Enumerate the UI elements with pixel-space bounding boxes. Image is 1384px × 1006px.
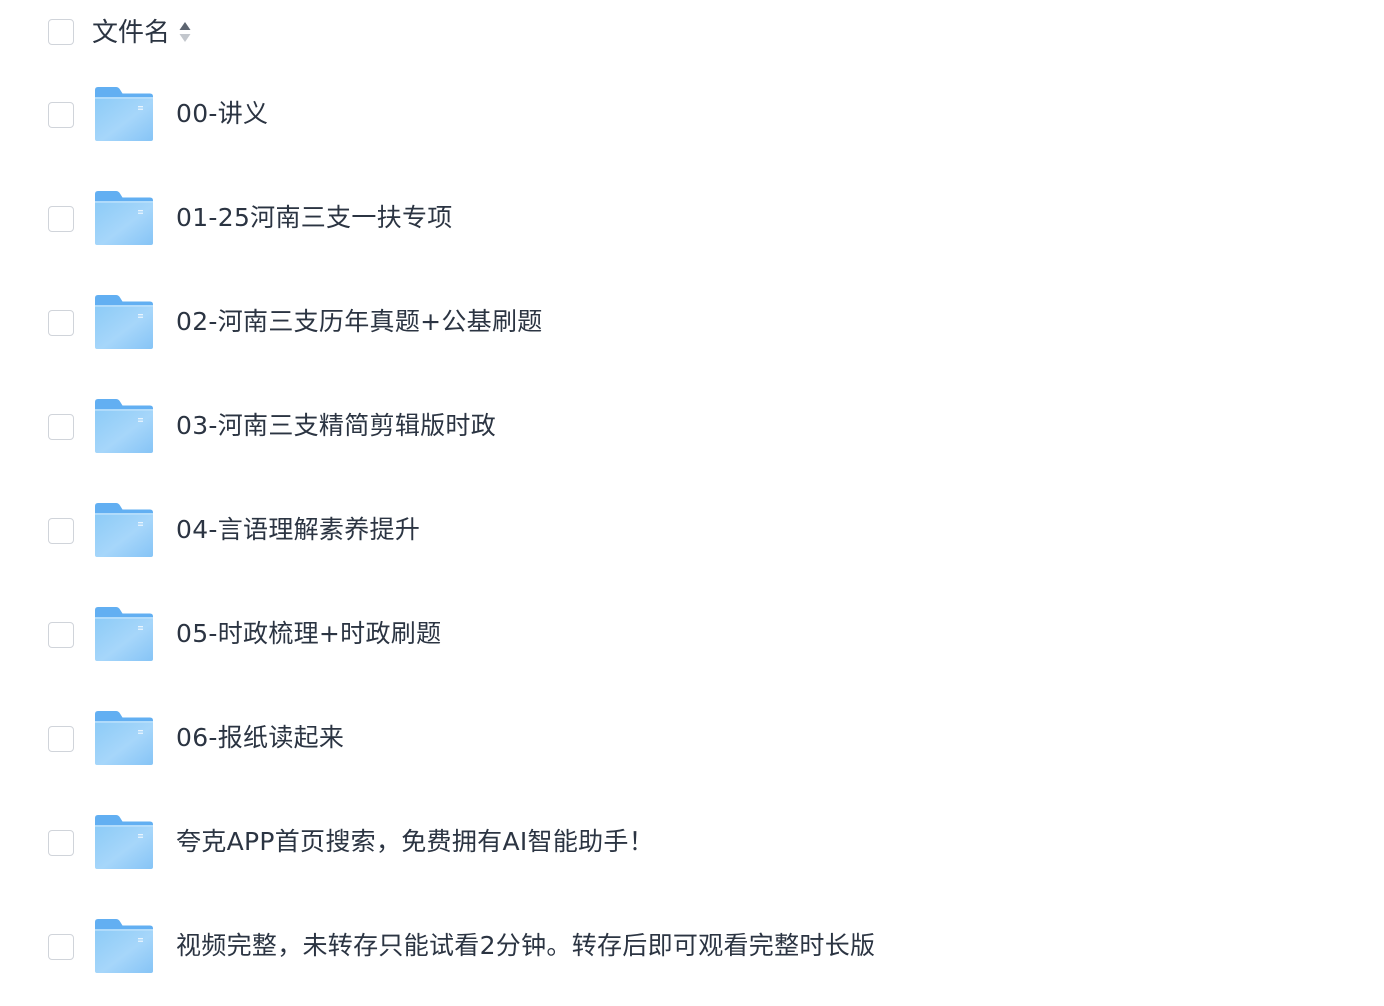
column-header-filename[interactable]: 文件名 — [92, 14, 170, 52]
file-row[interactable]: 01-25河南三支一扶专项 — [0, 166, 1384, 270]
file-row-checkbox[interactable] — [48, 102, 74, 128]
file-row-checkbox[interactable] — [48, 830, 74, 856]
file-row[interactable]: 04-言语理解素养提升 — [0, 478, 1384, 582]
file-row-checkbox[interactable] — [48, 622, 74, 648]
folder-icon — [95, 191, 153, 245]
folder-icon — [95, 711, 153, 765]
file-row[interactable]: 06-报纸读起来 — [0, 686, 1384, 790]
file-row[interactable]: 视频完整，未转存只能试看2分钟。转存后即可观看完整时长版 — [0, 894, 1384, 998]
file-row-checkbox[interactable] — [48, 414, 74, 440]
file-row-checkbox[interactable] — [48, 726, 74, 752]
file-row[interactable]: 05-时政梳理+时政刷题 — [0, 582, 1384, 686]
file-name: 05-时政梳理+时政刷题 — [176, 619, 442, 648]
file-row-checkbox[interactable] — [48, 518, 74, 544]
file-name: 00-讲义 — [176, 99, 269, 128]
file-row-checkbox[interactable] — [48, 310, 74, 336]
file-row[interactable]: 02-河南三支历年真题+公基刷题 — [0, 270, 1384, 374]
file-row[interactable]: 03-河南三支精简剪辑版时政 — [0, 374, 1384, 478]
file-name: 夸克APP首页搜索，免费拥有AI智能助手！ — [176, 827, 655, 856]
file-row[interactable]: 夸克APP首页搜索，免费拥有AI智能助手！ — [0, 790, 1384, 894]
file-row-checkbox[interactable] — [48, 934, 74, 960]
file-name: 03-河南三支精简剪辑版时政 — [176, 411, 497, 440]
file-row[interactable]: 00-讲义 — [0, 62, 1384, 166]
file-name: 视频完整，未转存只能试看2分钟。转存后即可观看完整时长版 — [176, 931, 876, 960]
folder-icon — [95, 503, 153, 557]
folder-icon — [95, 399, 153, 453]
file-name: 02-河南三支历年真题+公基刷题 — [176, 307, 543, 336]
file-list-header: 文件名 — [0, 0, 1384, 66]
file-row-checkbox[interactable] — [48, 206, 74, 232]
file-name: 04-言语理解素养提升 — [176, 515, 421, 544]
sort-up-down-icon[interactable] — [178, 20, 192, 44]
file-list: 文件名 00-讲义 01-25河南三支一扶专项 02-河南三支历年真题+公基刷题… — [0, 0, 1384, 1006]
folder-icon — [95, 295, 153, 349]
folder-icon — [95, 87, 153, 141]
file-name: 06-报纸读起来 — [176, 723, 345, 752]
folder-icon — [95, 607, 153, 661]
folder-icon — [95, 919, 153, 973]
file-name: 01-25河南三支一扶专项 — [176, 203, 453, 232]
folder-icon — [95, 815, 153, 869]
select-all-checkbox[interactable] — [48, 19, 74, 45]
